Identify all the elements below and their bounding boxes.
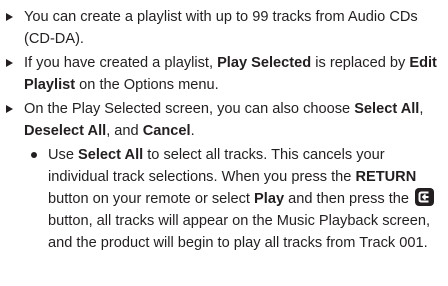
item-text: on the Options menu. — [75, 77, 219, 93]
triangle-bullet-icon — [6, 13, 13, 21]
item-text: You can create a playlist with up to 99 … — [24, 9, 418, 47]
triangle-bullet-icon — [6, 105, 13, 113]
item-text: , — [419, 101, 424, 117]
list-item: On the Play Selected screen, you can als… — [0, 98, 444, 254]
list-item: You can create a playlist with up to 99 … — [0, 6, 444, 50]
dot-bullet-icon — [31, 152, 37, 158]
triangle-bullet-icon — [6, 59, 13, 67]
item-text: button, all tracks will appear on the Mu… — [48, 213, 431, 251]
sub-list-item: Use Select All to select all tracks. Thi… — [24, 144, 444, 254]
list-item: If you have created a playlist, Play Sel… — [0, 52, 444, 96]
bold-term: Deselect All — [24, 123, 107, 139]
item-text: is replaced by — [311, 55, 410, 71]
bold-term: RETURN — [355, 169, 417, 185]
item-text: . — [190, 123, 195, 139]
item-text: Use — [48, 147, 79, 163]
bold-term: Select All — [78, 147, 144, 163]
bold-term: Play Selected — [217, 55, 312, 71]
bold-term: Select All — [354, 101, 420, 117]
manual-page: You can create a playlist with up to 99 … — [0, 0, 448, 286]
return-button-icon — [415, 188, 435, 206]
item-text: On the Play Selected screen, you can als… — [24, 101, 355, 117]
item-text: and then press the — [284, 191, 414, 207]
item-text: button on your remote or select — [48, 191, 255, 207]
item-text: , and — [106, 123, 143, 139]
bold-term: Cancel — [142, 123, 191, 139]
item-text: If you have created a playlist, — [24, 55, 218, 71]
bold-term: Play — [254, 191, 285, 207]
